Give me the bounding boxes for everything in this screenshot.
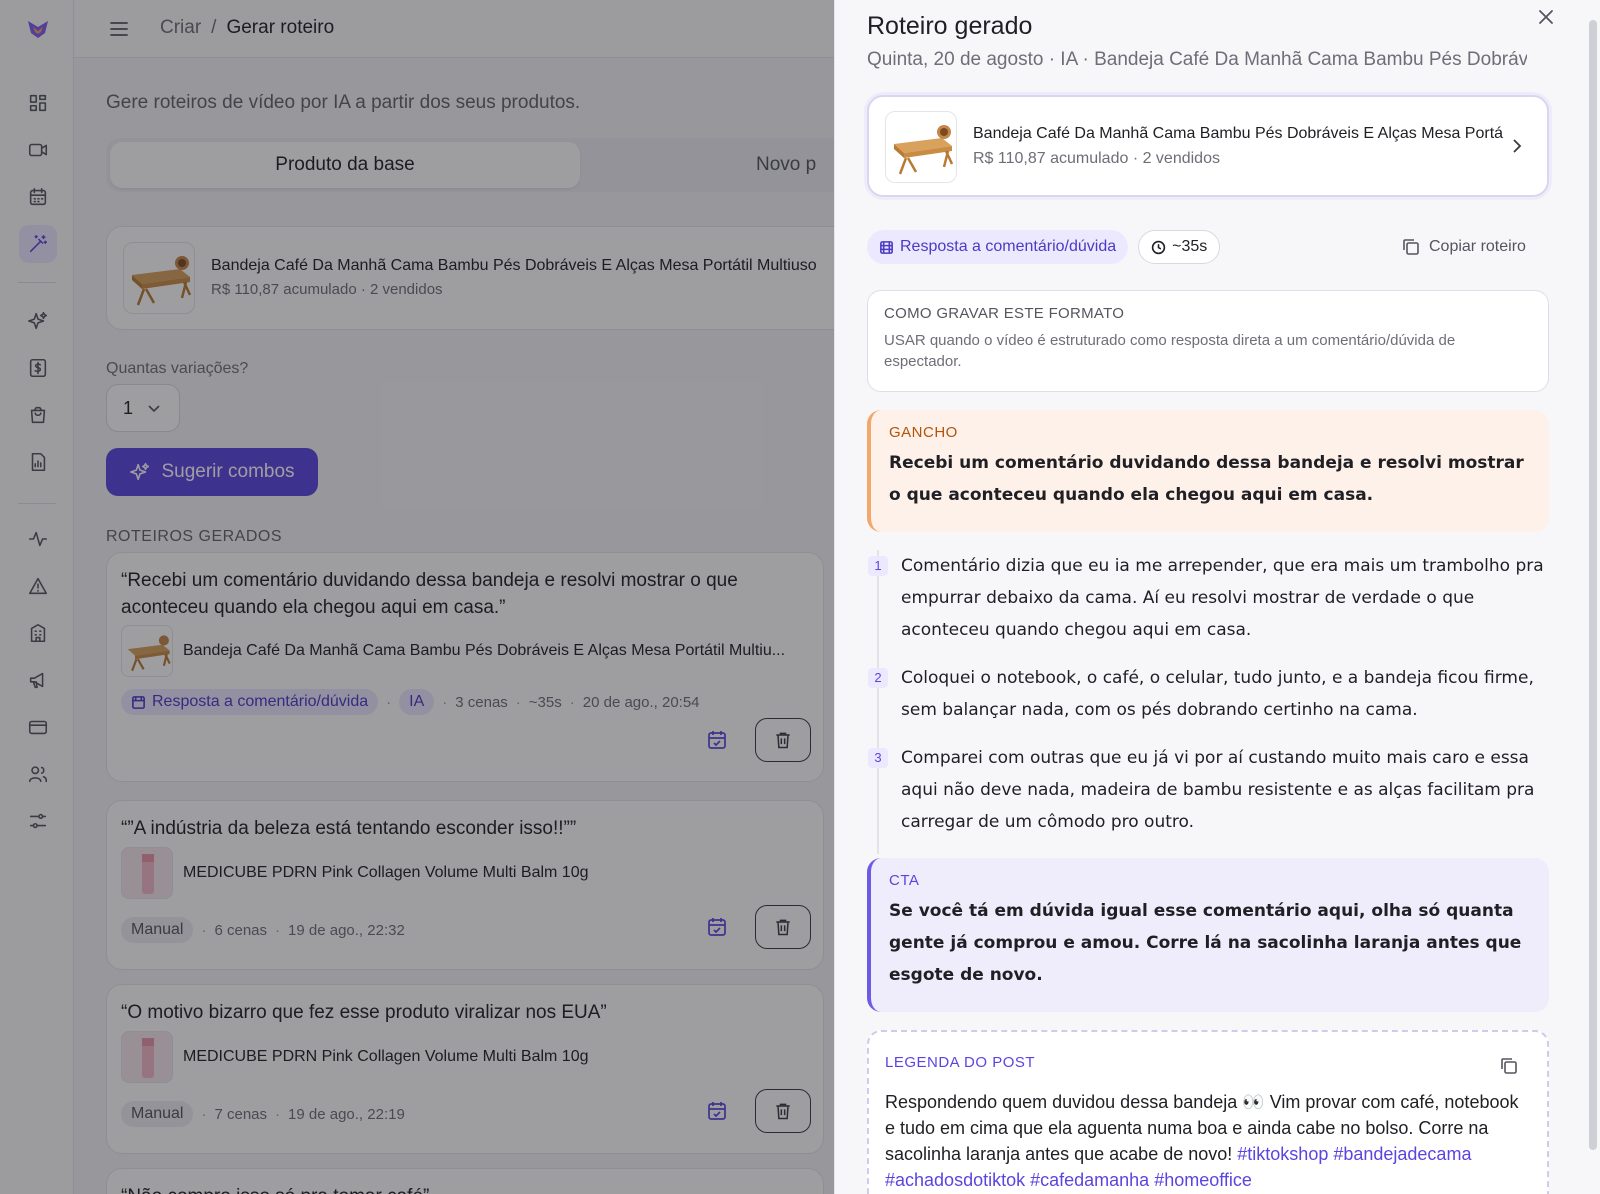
drawer-product-stats: R$ 110,87 acumulado · 2 vendidos xyxy=(973,150,1220,167)
scene-step: 3 Comparei com outras que eu já vi por aí… xyxy=(868,742,1559,838)
drawer-subtitle: Quinta, 20 de agosto · IA · Bandeja Café… xyxy=(867,49,1527,70)
howto-title: COMO GRAVAR ESTE FORMATO xyxy=(884,305,1125,322)
step-number: 2 xyxy=(868,668,888,688)
howto-box: COMO GRAVAR ESTE FORMATO USAR quando o v… xyxy=(867,290,1549,392)
step-number: 3 xyxy=(868,748,888,768)
cta-text: Se você tá em dúvida igual esse comentár… xyxy=(889,901,1522,985)
hook-text: Recebi um comentário duvidando dessa ban… xyxy=(889,453,1524,505)
step-text: Comparei com outras que eu já vi por aí … xyxy=(901,748,1535,832)
howto-body: USAR quando o vídeo é estruturado como r… xyxy=(884,332,1456,370)
drawer-product-card[interactable]: Bandeja Café Da Manhã Cama Bambu Pés Dob… xyxy=(867,95,1549,197)
format-badge: Resposta a comentário/dúvida xyxy=(867,230,1129,264)
cta-label: CTA xyxy=(889,872,920,889)
post-caption-box: LEGENDA DO POST Respondendo quem duvidou… xyxy=(867,1030,1549,1194)
film-icon xyxy=(880,240,893,254)
clock-icon xyxy=(1151,240,1166,254)
caption-text: Respondendo quem duvidou dessa bandeja 👀… xyxy=(885,1089,1531,1193)
modal-overlay[interactable] xyxy=(0,0,834,1194)
copy-icon[interactable] xyxy=(1499,1056,1521,1078)
duration-label: ~35s xyxy=(1172,238,1208,255)
copy-script-button[interactable]: Copiar roteiro xyxy=(1401,237,1526,257)
scene-step: 1 Comentário dizia que eu ia me arrepende… xyxy=(868,550,1559,646)
duration-badge: ~35s xyxy=(1138,230,1221,264)
cta-box: CTA Se você tá em dúvida igual esse come… xyxy=(867,858,1549,1012)
drawer-product-title: Bandeja Café Da Manhã Cama Bambu Pés Dob… xyxy=(973,125,1503,142)
hook-label: GANCHO xyxy=(889,424,958,441)
script-drawer: Roteiro gerado Quinta, 20 de agosto · IA… xyxy=(834,0,1600,1194)
step-number: 1 xyxy=(868,556,888,576)
close-icon[interactable] xyxy=(1535,6,1559,30)
product-thumbnail xyxy=(885,111,957,183)
drawer-scrollbar[interactable] xyxy=(1589,20,1597,1150)
scene-step: 2 Coloquei o notebook, o café, o celular,… xyxy=(868,662,1559,726)
drawer-chips: Resposta a comentário/dúvida ~35s xyxy=(867,230,1221,264)
step-text: Comentário dizia que eu ia me arrepender… xyxy=(901,556,1544,640)
format-badge-label: Resposta a comentário/dúvida xyxy=(900,238,1117,255)
step-text: Coloquei o notebook, o café, o celular, … xyxy=(901,668,1534,720)
scene-steps: 1 Comentário dizia que eu ia me arrepende… xyxy=(868,550,1559,854)
copy-script-label: Copiar roteiro xyxy=(1429,238,1526,255)
drawer-title: Roteiro gerado xyxy=(867,12,1033,40)
copy-icon xyxy=(1403,239,1419,255)
hook-box: GANCHO Recebi um comentário duvidando de… xyxy=(867,410,1549,532)
caption-label: LEGENDA DO POST xyxy=(885,1054,1036,1071)
chevron-right-icon[interactable] xyxy=(1509,137,1525,155)
